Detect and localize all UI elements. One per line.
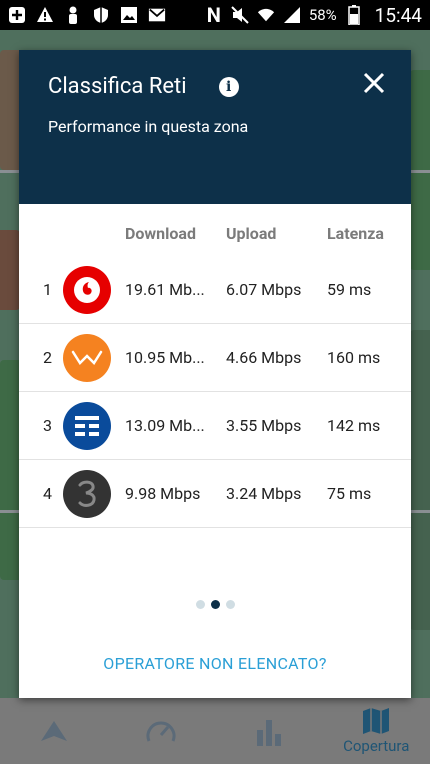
table-row[interactable]: 2 10.95 Mb... 4.66 Mbps 160 ms [19,324,411,392]
add-notification-icon [8,6,26,24]
nav-coverage[interactable]: Copertura [323,698,430,764]
rank: 3 [43,416,52,435]
column-latency: Latenza [327,223,384,243]
person-icon [64,6,82,24]
battery-percent: 58% [308,6,337,24]
latency-value: 160 ms [327,348,381,367]
status-bar: N 58% 15:44 [0,0,430,30]
warning-icon [36,6,54,24]
info-icon[interactable]: i [218,76,239,97]
download-value: 19.61 Mb... [125,280,205,299]
page-dot[interactable] [225,600,235,609]
download-value: 13.09 Mb... [125,416,205,435]
download-value: 9.98 Mbps [125,484,201,503]
mute-icon [231,6,249,24]
dialog-subtitle: Performance in questa zona [48,117,249,136]
latency-value: 59 ms [327,280,372,299]
upload-value: 3.55 Mbps [226,416,302,435]
shield-icon [92,6,110,24]
map-icon [363,708,390,734]
network-ranking-dialog: Classifica Reti i Performance in questa … [19,50,411,698]
nav-gauge[interactable] [108,698,216,764]
nav-rankings[interactable] [215,698,323,764]
page-dot-active[interactable] [210,600,220,609]
upload-value: 4.66 Mbps [226,348,302,367]
bar-chart-icon [256,720,281,746]
ranking-table-header: Download Upload Latenza [19,204,411,256]
latency-value: 75 ms [327,484,372,503]
clock: 15:44 [374,3,422,27]
battery-icon [345,5,363,25]
nfc-icon: N [206,3,221,27]
upload-value: 3.24 Mbps [226,484,302,503]
signal-icon [283,6,301,24]
download-value: 10.95 Mb... [125,348,205,367]
page-dot[interactable] [195,600,205,609]
table-row[interactable]: 3 13.09 Mb... 3.55 Mbps 142 ms [19,392,411,460]
dialog-header: Classifica Reti i Performance in questa … [19,50,411,204]
operator-not-listed-link[interactable]: OPERATORE NON ELENCATO? [19,654,411,673]
rank: 2 [43,348,52,367]
page-indicator [19,600,411,609]
bottom-navigation: Copertura [0,698,430,764]
column-upload: Upload [226,223,277,243]
dialog-title: Classifica Reti [48,74,187,99]
speedtest-arrow-icon [40,721,67,741]
table-row[interactable]: 4 9.98 Mbps 3.24 Mbps 75 ms [19,460,411,528]
nav-speedtest[interactable] [0,698,108,764]
gauge-icon [146,721,176,742]
wifi-icon [257,6,275,24]
table-row[interactable]: 1 19.61 Mb... 6.07 Mbps 59 ms [19,256,411,324]
latency-value: 142 ms [327,416,381,435]
image-icon [120,6,138,24]
tim-logo-icon [63,401,111,450]
close-icon[interactable] [359,68,389,98]
tre-logo-icon [63,469,111,518]
column-download: Download [125,223,196,243]
wind-logo-icon [63,333,111,382]
vodafone-logo-icon [63,265,111,314]
gmail-icon [148,6,166,24]
upload-value: 6.07 Mbps [226,280,302,299]
rank: 4 [43,484,52,503]
nav-coverage-label: Copertura [343,737,410,755]
rank: 1 [43,280,52,299]
